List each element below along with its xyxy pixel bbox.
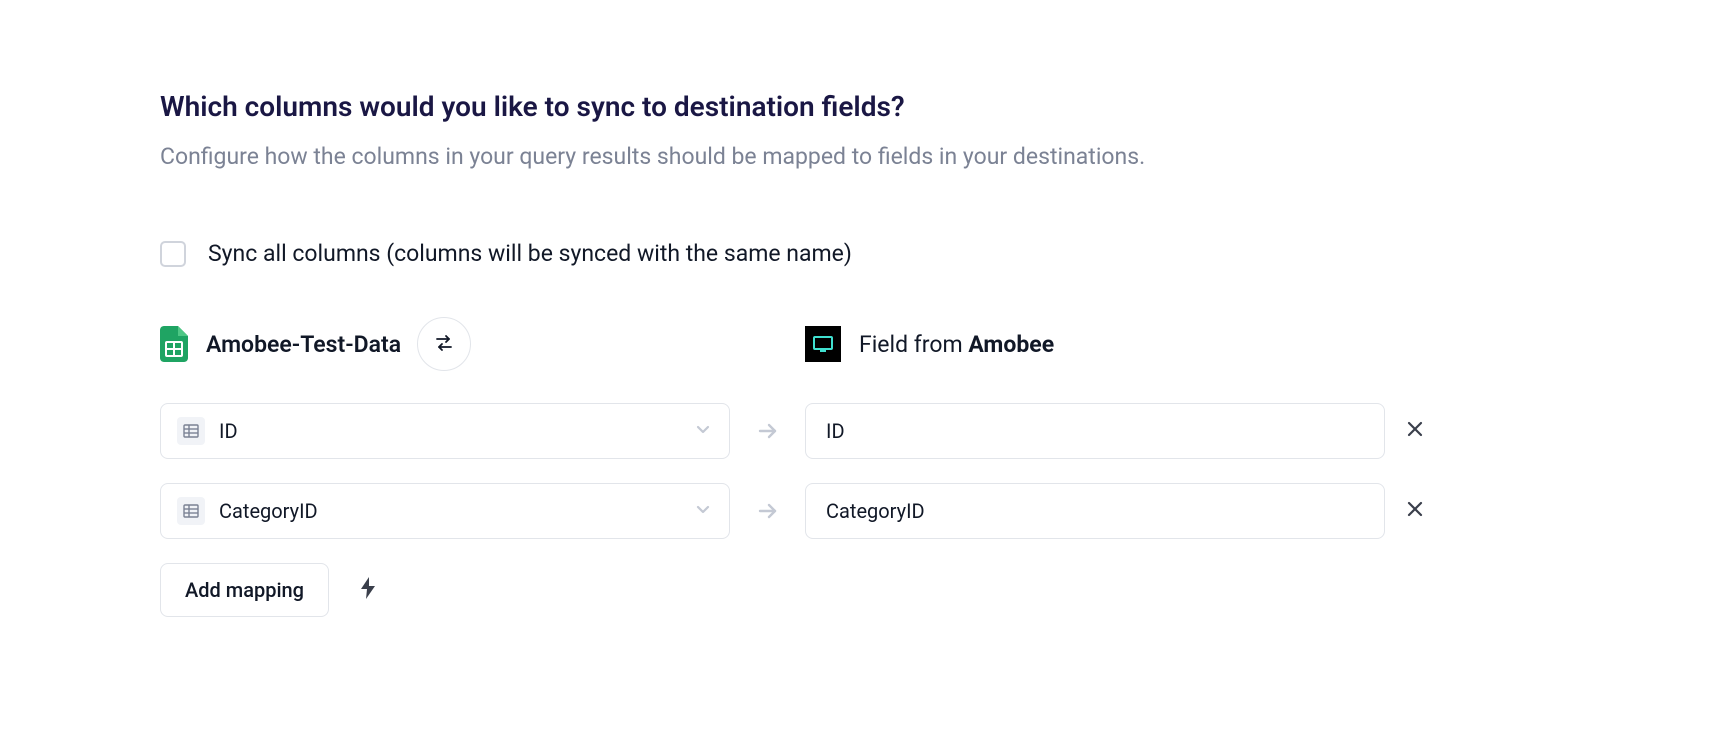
remove-mapping-button-1[interactable] — [1405, 483, 1425, 539]
arrow-right-icon — [756, 403, 780, 459]
column-icon — [177, 417, 205, 445]
chevron-down-icon — [693, 499, 713, 523]
sync-all-label: Sync all columns (columns will be synced… — [208, 240, 852, 267]
close-icon — [1405, 419, 1425, 443]
destination-field-input-1[interactable] — [805, 483, 1385, 539]
destination-field-input-0[interactable] — [805, 403, 1385, 459]
source-column-value: CategoryID — [219, 499, 693, 523]
destination-label: Field from Amobee — [859, 331, 1054, 358]
arrow-right-icon — [756, 483, 780, 539]
amobee-icon — [805, 326, 841, 362]
remove-mapping-button-0[interactable] — [1405, 403, 1425, 459]
source-column-select-1[interactable]: CategoryID — [160, 483, 730, 539]
swap-icon — [435, 334, 453, 355]
section-subheading: Configure how the columns in your query … — [160, 143, 1552, 170]
close-icon — [1405, 499, 1425, 523]
source-column-select-0[interactable]: ID — [160, 403, 730, 459]
chevron-down-icon — [693, 419, 713, 443]
sync-all-checkbox[interactable] — [160, 241, 186, 267]
destination-field-text[interactable] — [826, 499, 1364, 523]
destination-field-text[interactable] — [826, 419, 1364, 443]
source-name: Amobee-Test-Data — [206, 331, 401, 358]
section-heading: Which columns would you like to sync to … — [160, 90, 1552, 123]
column-icon — [177, 497, 205, 525]
refresh-columns-button[interactable] — [417, 317, 471, 371]
google-sheets-icon — [160, 326, 188, 362]
source-column-value: ID — [219, 419, 693, 443]
bolt-icon[interactable] — [359, 577, 377, 603]
add-mapping-button[interactable]: Add mapping — [160, 563, 329, 617]
